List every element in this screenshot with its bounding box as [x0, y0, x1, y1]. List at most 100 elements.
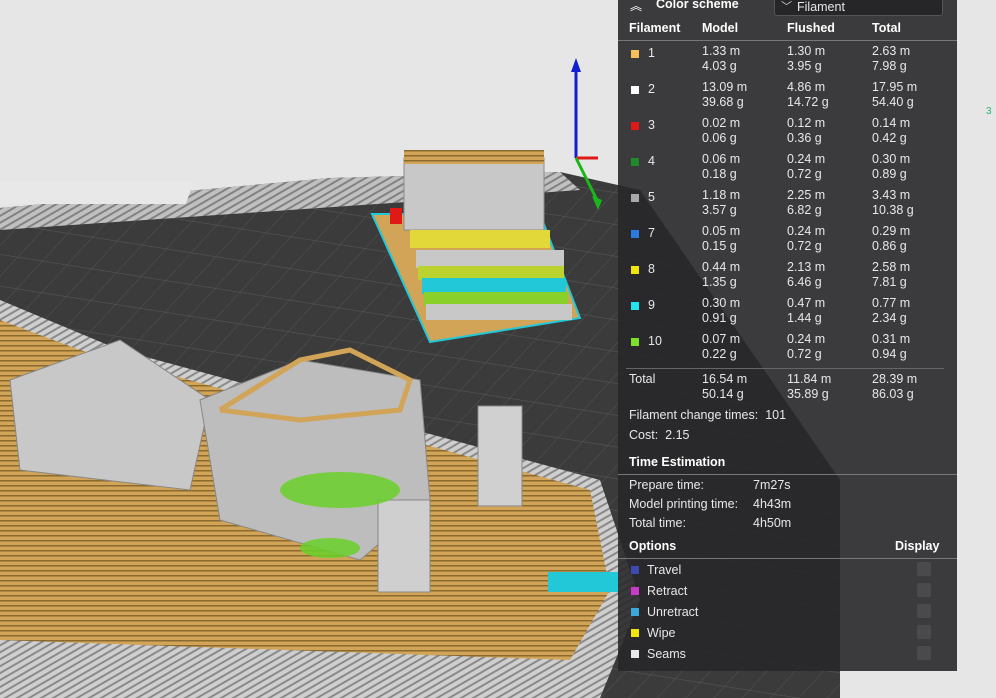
option-color-swatch — [631, 608, 639, 616]
total-time-value: 4h50m — [753, 516, 792, 530]
display-checkbox[interactable] — [917, 583, 931, 597]
total-time-label: Total time: — [629, 516, 686, 530]
filament-id: 7 — [648, 226, 655, 240]
filament-id: 5 — [648, 190, 655, 204]
option-color-swatch — [631, 587, 639, 595]
filament-id: 4 — [648, 154, 655, 168]
model-printing-time-row: Model printing time: — [629, 497, 738, 511]
total-weight: 0.94 g — [872, 347, 907, 361]
option-wipe[interactable]: Wipe — [618, 624, 957, 644]
model-length: 0.06 m — [702, 152, 741, 166]
filament-color-swatch — [631, 338, 639, 346]
col-header-flushed: Flushed — [787, 21, 835, 35]
cost-value: 2.15 — [665, 428, 690, 442]
filament-color-swatch — [631, 122, 639, 130]
flushed-weight: 3.95 g — [787, 59, 822, 73]
option-label: Wipe — [647, 626, 676, 640]
model-length: 0.44 m — [702, 260, 741, 274]
display-checkbox[interactable] — [917, 604, 931, 618]
total-length: 17.95 m — [872, 80, 918, 94]
model-length: 1.18 m — [702, 188, 741, 202]
option-label: Travel — [647, 563, 682, 577]
total-length: 0.30 m — [872, 152, 911, 166]
filament-row: 2 13.09 m 39.68 g 4.86 m 14.72 g 17.95 m 54.40… — [618, 80, 957, 114]
flushed-length: 0.47 m — [787, 296, 826, 310]
color-scheme-value: Filament — [797, 0, 845, 14]
option-label: Seams — [647, 647, 686, 661]
model-weight: 0.18 g — [702, 167, 737, 181]
col-header-filament: Filament — [629, 21, 681, 35]
option-travel[interactable]: Travel — [618, 561, 957, 581]
flushed-length: 0.24 m — [787, 152, 826, 166]
filament-change-value: 101 — [765, 408, 787, 422]
model-weight: 1.35 g — [702, 275, 737, 289]
model-length: 0.05 m — [702, 224, 741, 238]
option-retract[interactable]: Retract — [618, 582, 957, 602]
total-length: 0.14 m — [872, 116, 911, 130]
col-header-total: Total — [872, 21, 901, 35]
flushed-weight: 1.44 g — [787, 311, 822, 325]
color-scheme-select[interactable]: ﹀ Filament — [774, 0, 943, 16]
chevron-down-icon: ﹀ — [781, 1, 792, 13]
collapse-chevron-icon[interactable]: ︽ — [630, 0, 642, 14]
time-estimation-title: Time Estimation — [629, 455, 726, 469]
filament-id: 9 — [648, 298, 655, 312]
filament-color-swatch — [631, 194, 639, 202]
total-total-length: 28.39 m — [872, 372, 918, 386]
option-unretract[interactable]: Unretract — [618, 603, 957, 623]
total-weight: 7.81 g — [872, 275, 907, 289]
total-length: 0.29 m — [872, 224, 911, 238]
flushed-length: 2.13 m — [787, 260, 826, 274]
total-weight: 0.42 g — [872, 131, 907, 145]
display-checkbox[interactable] — [917, 562, 931, 576]
total-model-weight: 50.14 g — [702, 387, 744, 401]
option-seams[interactable]: Seams — [618, 645, 957, 665]
divider — [626, 368, 944, 369]
total-weight: 7.98 g — [872, 59, 907, 73]
model-weight: 4.03 g — [702, 59, 737, 73]
flushed-length: 0.12 m — [787, 116, 826, 130]
prepare-time-row: Prepare time: — [629, 478, 704, 492]
filament-color-swatch — [631, 230, 639, 238]
filament-color-swatch — [631, 86, 639, 94]
options-title: Options — [629, 539, 677, 553]
total-length: 0.77 m — [872, 296, 911, 310]
filament-color-swatch — [631, 266, 639, 274]
model-length: 0.30 m — [702, 296, 741, 310]
flushed-length: 0.24 m — [787, 224, 826, 238]
filament-row: 4 0.06 m 0.18 g 0.24 m 0.72 g 0.30 m 0.89 g — [618, 152, 957, 186]
flushed-weight: 0.72 g — [787, 347, 822, 361]
total-weight: 10.38 g — [872, 203, 914, 217]
model-weight: 3.57 g — [702, 203, 737, 217]
total-weight: 0.89 g — [872, 167, 907, 181]
panel-header: ︽ Color scheme ﹀ Filament — [618, 0, 957, 16]
divider — [618, 40, 957, 41]
filament-id: 8 — [648, 262, 655, 276]
prepare-time-label: Prepare time: — [629, 478, 705, 492]
total-weight: 54.40 g — [872, 95, 914, 109]
display-checkbox[interactable] — [917, 625, 931, 639]
option-color-swatch — [631, 629, 639, 637]
model-weight: 0.22 g — [702, 347, 737, 361]
total-length: 2.63 m — [872, 44, 911, 58]
model-printing-time-value: 4h43m — [753, 497, 792, 511]
total-weight: 2.34 g — [872, 311, 907, 325]
total-time-row: Total time: — [629, 516, 686, 530]
total-total-weight: 86.03 g — [872, 387, 914, 401]
model-length: 0.02 m — [702, 116, 741, 130]
total-flushed-length: 11.84 m — [787, 372, 832, 386]
color-scheme-label: Color scheme — [656, 0, 739, 11]
filament-row: 1 1.33 m 4.03 g 1.30 m 3.95 g 2.63 m 7.98 g — [618, 44, 957, 78]
filament-change-times: Filament change times: 101 — [629, 408, 786, 422]
filament-change-label: Filament change times: — [629, 408, 759, 422]
total-label: Total — [629, 372, 656, 386]
prepare-time-value: 7m27s — [753, 478, 791, 492]
filament-row: 3 0.02 m 0.06 g 0.12 m 0.36 g 0.14 m 0.42 g — [618, 116, 957, 150]
filament-row: 10 0.07 m 0.22 g 0.24 m 0.72 g 0.31 m 0.94 g — [618, 332, 957, 366]
filament-color-swatch — [631, 50, 639, 58]
cost-label: Cost: — [629, 428, 659, 442]
display-checkbox[interactable] — [917, 646, 931, 660]
filament-id: 1 — [648, 46, 655, 60]
divider — [618, 474, 957, 475]
option-color-swatch — [631, 650, 639, 658]
